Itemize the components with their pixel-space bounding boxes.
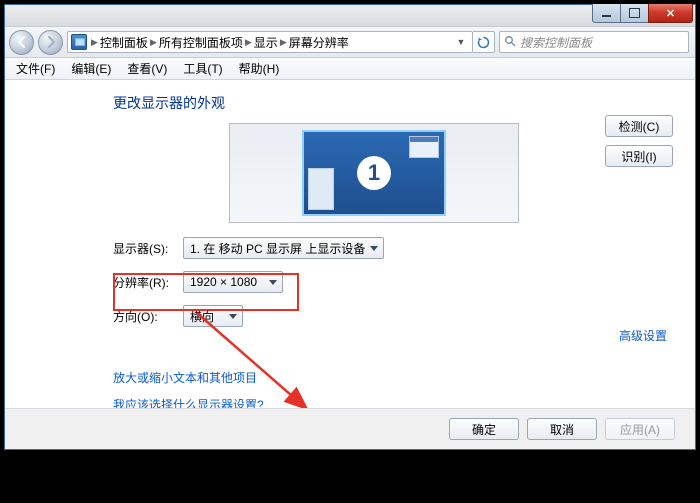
window-controls bbox=[592, 4, 693, 23]
advanced-settings-link[interactable]: 高级设置 bbox=[619, 327, 667, 344]
cancel-button[interactable]: 取消 bbox=[527, 418, 597, 440]
dialog-footer: 确定 取消 应用(A) bbox=[5, 408, 695, 449]
display-label: 显示器(S): bbox=[113, 240, 173, 257]
page-title: 更改显示器的外观 bbox=[113, 93, 673, 113]
menu-view[interactable]: 查看(V) bbox=[120, 58, 174, 79]
maximize-button[interactable] bbox=[620, 4, 648, 23]
location-dropdown-icon[interactable]: ▼ bbox=[453, 37, 469, 47]
breadcrumb-item[interactable]: 显示 bbox=[254, 34, 278, 51]
menu-file[interactable]: 文件(F) bbox=[9, 58, 62, 79]
refresh-button[interactable] bbox=[473, 31, 495, 53]
display-combo[interactable]: 1. 在 移动 PC 显示屏 上显示设备 bbox=[183, 237, 384, 259]
monitor-number: 1 bbox=[357, 156, 391, 190]
resolution-label: 分辨率(R): bbox=[113, 274, 173, 291]
ok-button[interactable]: 确定 bbox=[449, 418, 519, 440]
menu-help[interactable]: 帮助(H) bbox=[232, 58, 287, 79]
search-box[interactable]: 搜索控制面板 bbox=[499, 31, 689, 53]
breadcrumb-item[interactable]: 所有控制面板项 bbox=[159, 34, 243, 51]
menu-tools[interactable]: 工具(T) bbox=[176, 58, 229, 79]
minimize-button[interactable] bbox=[592, 4, 620, 23]
monitor-preview[interactable]: 1 bbox=[229, 123, 519, 223]
search-icon bbox=[504, 35, 516, 50]
navigation-bar: ▶ 控制面板 ▶ 所有控制面板项 ▶ 显示 ▶ 屏幕分辨率 ▼ bbox=[5, 27, 695, 58]
orientation-combo[interactable]: 横向 bbox=[183, 305, 243, 327]
control-panel-icon bbox=[71, 34, 87, 50]
location-bar[interactable]: ▶ 控制面板 ▶ 所有控制面板项 ▶ 显示 ▶ 屏幕分辨率 ▼ bbox=[67, 31, 473, 53]
menu-edit[interactable]: 编辑(E) bbox=[64, 58, 118, 79]
monitor-1[interactable]: 1 bbox=[302, 130, 446, 216]
forward-button[interactable] bbox=[38, 30, 63, 55]
search-placeholder: 搜索控制面板 bbox=[520, 34, 592, 51]
window: ▶ 控制面板 ▶ 所有控制面板项 ▶ 显示 ▶ 屏幕分辨率 ▼ bbox=[4, 4, 696, 450]
mini-window-icon bbox=[409, 136, 439, 158]
resolution-combo[interactable]: 1920 × 1080 bbox=[183, 271, 283, 293]
content-area: 更改显示器的外观 1 检测(C) 识别(I) 显示器(S): 1. 在 移动 bbox=[5, 81, 695, 408]
identify-button[interactable]: 识别(I) bbox=[605, 145, 673, 167]
orientation-label: 方向(O): bbox=[113, 308, 173, 325]
apply-button: 应用(A) bbox=[605, 418, 675, 440]
text-size-link[interactable]: 放大或缩小文本和其他项目 bbox=[113, 369, 673, 386]
menu-bar: 文件(F) 编辑(E) 查看(V) 工具(T) 帮助(H) bbox=[5, 58, 695, 80]
mini-windows-icon bbox=[308, 168, 334, 210]
breadcrumb-item[interactable]: 屏幕分辨率 bbox=[289, 34, 349, 51]
close-button[interactable] bbox=[648, 4, 693, 23]
back-button[interactable] bbox=[9, 30, 34, 55]
breadcrumb-item[interactable]: 控制面板 bbox=[100, 34, 148, 51]
titlebar bbox=[5, 5, 695, 27]
breadcrumb: ▶ 控制面板 ▶ 所有控制面板项 ▶ 显示 ▶ 屏幕分辨率 bbox=[90, 34, 349, 51]
detect-button[interactable]: 检测(C) bbox=[605, 115, 673, 137]
